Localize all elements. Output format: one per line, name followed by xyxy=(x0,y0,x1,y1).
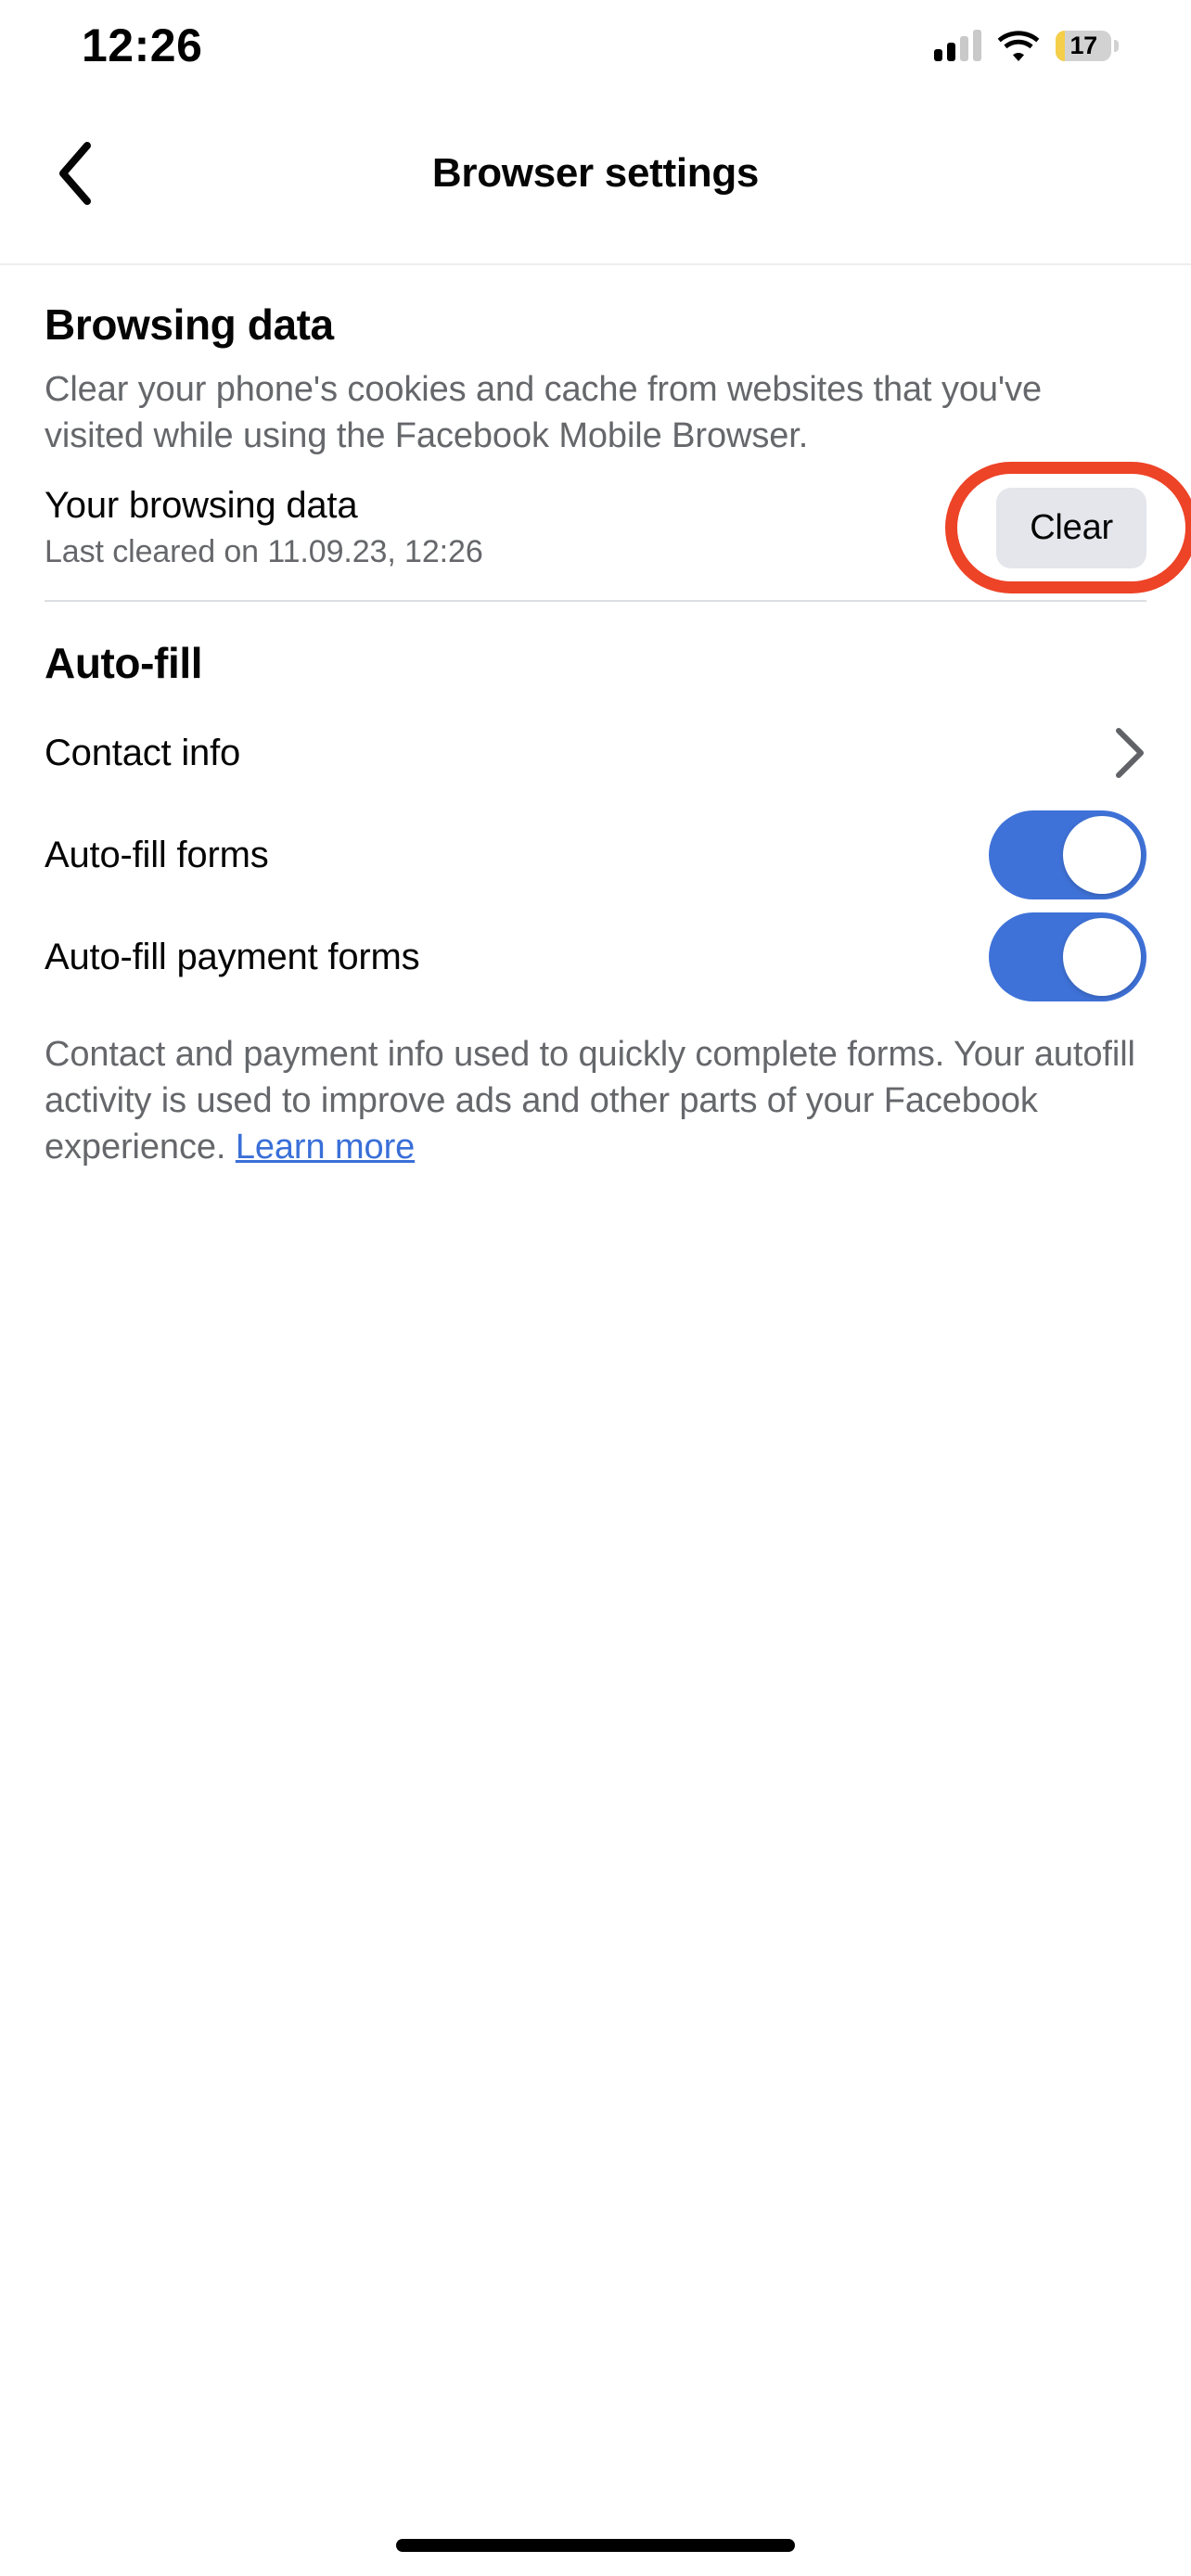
auto-fill-footer-note: Contact and payment info used to quickly… xyxy=(45,1031,1146,1170)
back-button[interactable] xyxy=(39,137,111,210)
battery-level-text: 17 xyxy=(1069,31,1098,59)
browsing-data-heading: Browsing data xyxy=(45,300,334,349)
settings-content: Browsing data Clear your phone's cookies… xyxy=(0,267,1191,1171)
auto-fill-payment-forms-row[interactable]: Auto-fill payment forms xyxy=(45,912,1146,1002)
auto-fill-payment-forms-label: Auto-fill payment forms xyxy=(45,936,420,977)
battery-icon: 17 xyxy=(1056,30,1119,61)
home-indicator[interactable] xyxy=(396,2539,795,2552)
your-browsing-data-label: Your browsing data xyxy=(45,485,358,527)
section-divider xyxy=(45,600,1146,603)
status-bar-indicators: 17 xyxy=(934,30,1119,61)
page-title: Browser settings xyxy=(431,150,760,196)
chevron-right-icon xyxy=(1116,728,1144,779)
contact-info-label: Contact info xyxy=(45,732,241,773)
auto-fill-forms-row[interactable]: Auto-fill forms xyxy=(45,810,1146,900)
auto-fill-forms-toggle[interactable] xyxy=(989,810,1146,900)
auto-fill-forms-label: Auto-fill forms xyxy=(45,834,269,875)
auto-fill-footer-text: Contact and payment info used to quickly… xyxy=(45,1035,1135,1167)
your-browsing-data-text: Your browsing data Last cleared on 11.09… xyxy=(45,485,483,570)
auto-fill-payment-forms-toggle[interactable] xyxy=(989,912,1146,1002)
auto-fill-section: Auto-fill Contact info Auto-fill forms A… xyxy=(0,639,1191,1170)
status-bar-time: 12:26 xyxy=(82,19,203,71)
cellular-signal-icon xyxy=(934,30,981,61)
learn-more-link[interactable]: Learn more xyxy=(236,1128,415,1167)
last-cleared-timestamp: Last cleared on 11.09.23, 12:26 xyxy=(45,534,483,570)
browsing-data-section: Browsing data Clear your phone's cookies… xyxy=(0,300,1191,594)
your-browsing-data-row: Your browsing data Last cleared on 11.09… xyxy=(45,462,1191,594)
navigation-bar: Browser settings xyxy=(0,83,1191,265)
browsing-data-description: Clear your phone's cookies and cache fro… xyxy=(45,369,1043,456)
status-bar: 12:26 17 xyxy=(0,0,1191,83)
chevron-left-icon xyxy=(59,142,91,205)
wifi-icon xyxy=(997,30,1040,61)
clear-button-container: Clear xyxy=(945,462,1191,594)
clear-button[interactable]: Clear xyxy=(996,487,1146,568)
contact-info-row[interactable]: Contact info xyxy=(45,708,1146,797)
auto-fill-heading: Auto-fill xyxy=(45,639,203,688)
